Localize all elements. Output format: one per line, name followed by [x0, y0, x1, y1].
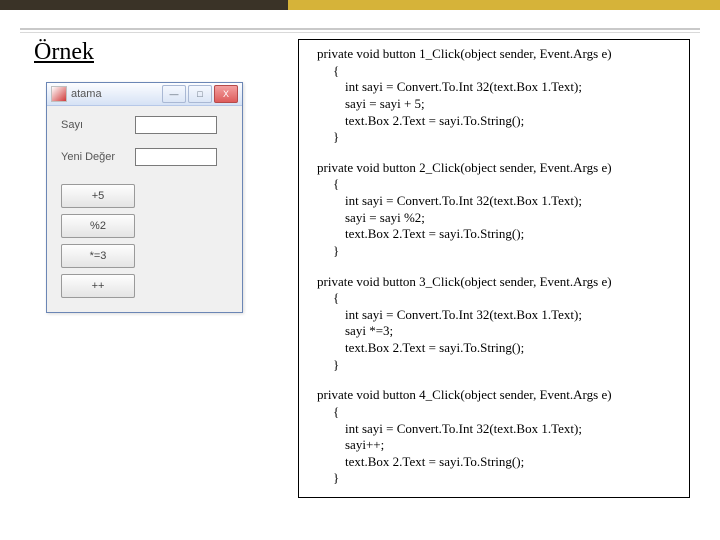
code-signature: private void button 3_Click(object sende… [309, 274, 679, 291]
code-line: sayi = sayi %2; [309, 210, 679, 227]
code-block: private void button 3_Click(object sende… [309, 274, 679, 374]
code-block: private void button 4_Click(object sende… [309, 387, 679, 487]
code-line: int sayi = Convert.To.Int 32(text.Box 1.… [309, 307, 679, 324]
code-brace-close: } [309, 243, 679, 260]
button-stack: +5 %2 *=3 ++ [61, 184, 228, 298]
code-line: text.Box 2.Text = sayi.To.String(); [309, 226, 679, 243]
code-line: text.Box 2.Text = sayi.To.String(); [309, 454, 679, 471]
close-button[interactable]: X [214, 85, 238, 103]
textbox-yeni-deger[interactable] [135, 148, 217, 166]
code-line: int sayi = Convert.To.Int 32(text.Box 1.… [309, 421, 679, 438]
minimize-button[interactable]: — [162, 85, 186, 103]
code-line: text.Box 2.Text = sayi.To.String(); [309, 340, 679, 357]
code-line: sayi++; [309, 437, 679, 454]
code-signature: private void button 4_Click(object sende… [309, 387, 679, 404]
divider [20, 28, 700, 30]
divider [20, 32, 700, 33]
label-sayi: Sayı [61, 119, 125, 131]
code-brace-open: { [309, 176, 679, 193]
maximize-button[interactable]: □ [188, 85, 212, 103]
button-inc[interactable]: ++ [61, 274, 135, 298]
code-line: int sayi = Convert.To.Int 32(text.Box 1.… [309, 79, 679, 96]
code-panel: private void button 1_Click(object sende… [298, 39, 690, 498]
code-brace-close: } [309, 357, 679, 374]
code-brace-close: } [309, 470, 679, 487]
left-column: Örnek atama — □ X Sayı Yeni [30, 39, 280, 313]
code-line: sayi = sayi + 5; [309, 96, 679, 113]
button-plus5[interactable]: +5 [61, 184, 135, 208]
code-brace-open: { [309, 63, 679, 80]
window-icon [51, 86, 67, 102]
slide-content: Örnek atama — □ X Sayı Yeni [0, 39, 720, 498]
label-yeni-deger: Yeni Değer [61, 151, 125, 163]
window-titlebar: atama — □ X [47, 83, 242, 106]
slide-accent-stripe [0, 0, 720, 10]
code-signature: private void button 1_Click(object sende… [309, 46, 679, 63]
code-line: text.Box 2.Text = sayi.To.String(); [309, 113, 679, 130]
code-brace-close: } [309, 129, 679, 146]
window-body: Sayı Yeni Değer +5 %2 *=3 ++ [47, 106, 242, 312]
winforms-window: atama — □ X Sayı Yeni Değer +5 [46, 82, 243, 313]
form-row-sayi: Sayı [61, 116, 228, 134]
form-row-yeni-deger: Yeni Değer [61, 148, 228, 166]
code-signature: private void button 2_Click(object sende… [309, 160, 679, 177]
button-mod2[interactable]: %2 [61, 214, 135, 238]
code-block: private void button 2_Click(object sende… [309, 160, 679, 260]
code-line: int sayi = Convert.To.Int 32(text.Box 1.… [309, 193, 679, 210]
slide-title: Örnek [34, 39, 280, 66]
window-title: atama [71, 88, 102, 100]
code-line: sayi *=3; [309, 323, 679, 340]
button-times3[interactable]: *=3 [61, 244, 135, 268]
code-brace-open: { [309, 404, 679, 421]
code-block: private void button 1_Click(object sende… [309, 46, 679, 146]
code-brace-open: { [309, 290, 679, 307]
textbox-sayi[interactable] [135, 116, 217, 134]
